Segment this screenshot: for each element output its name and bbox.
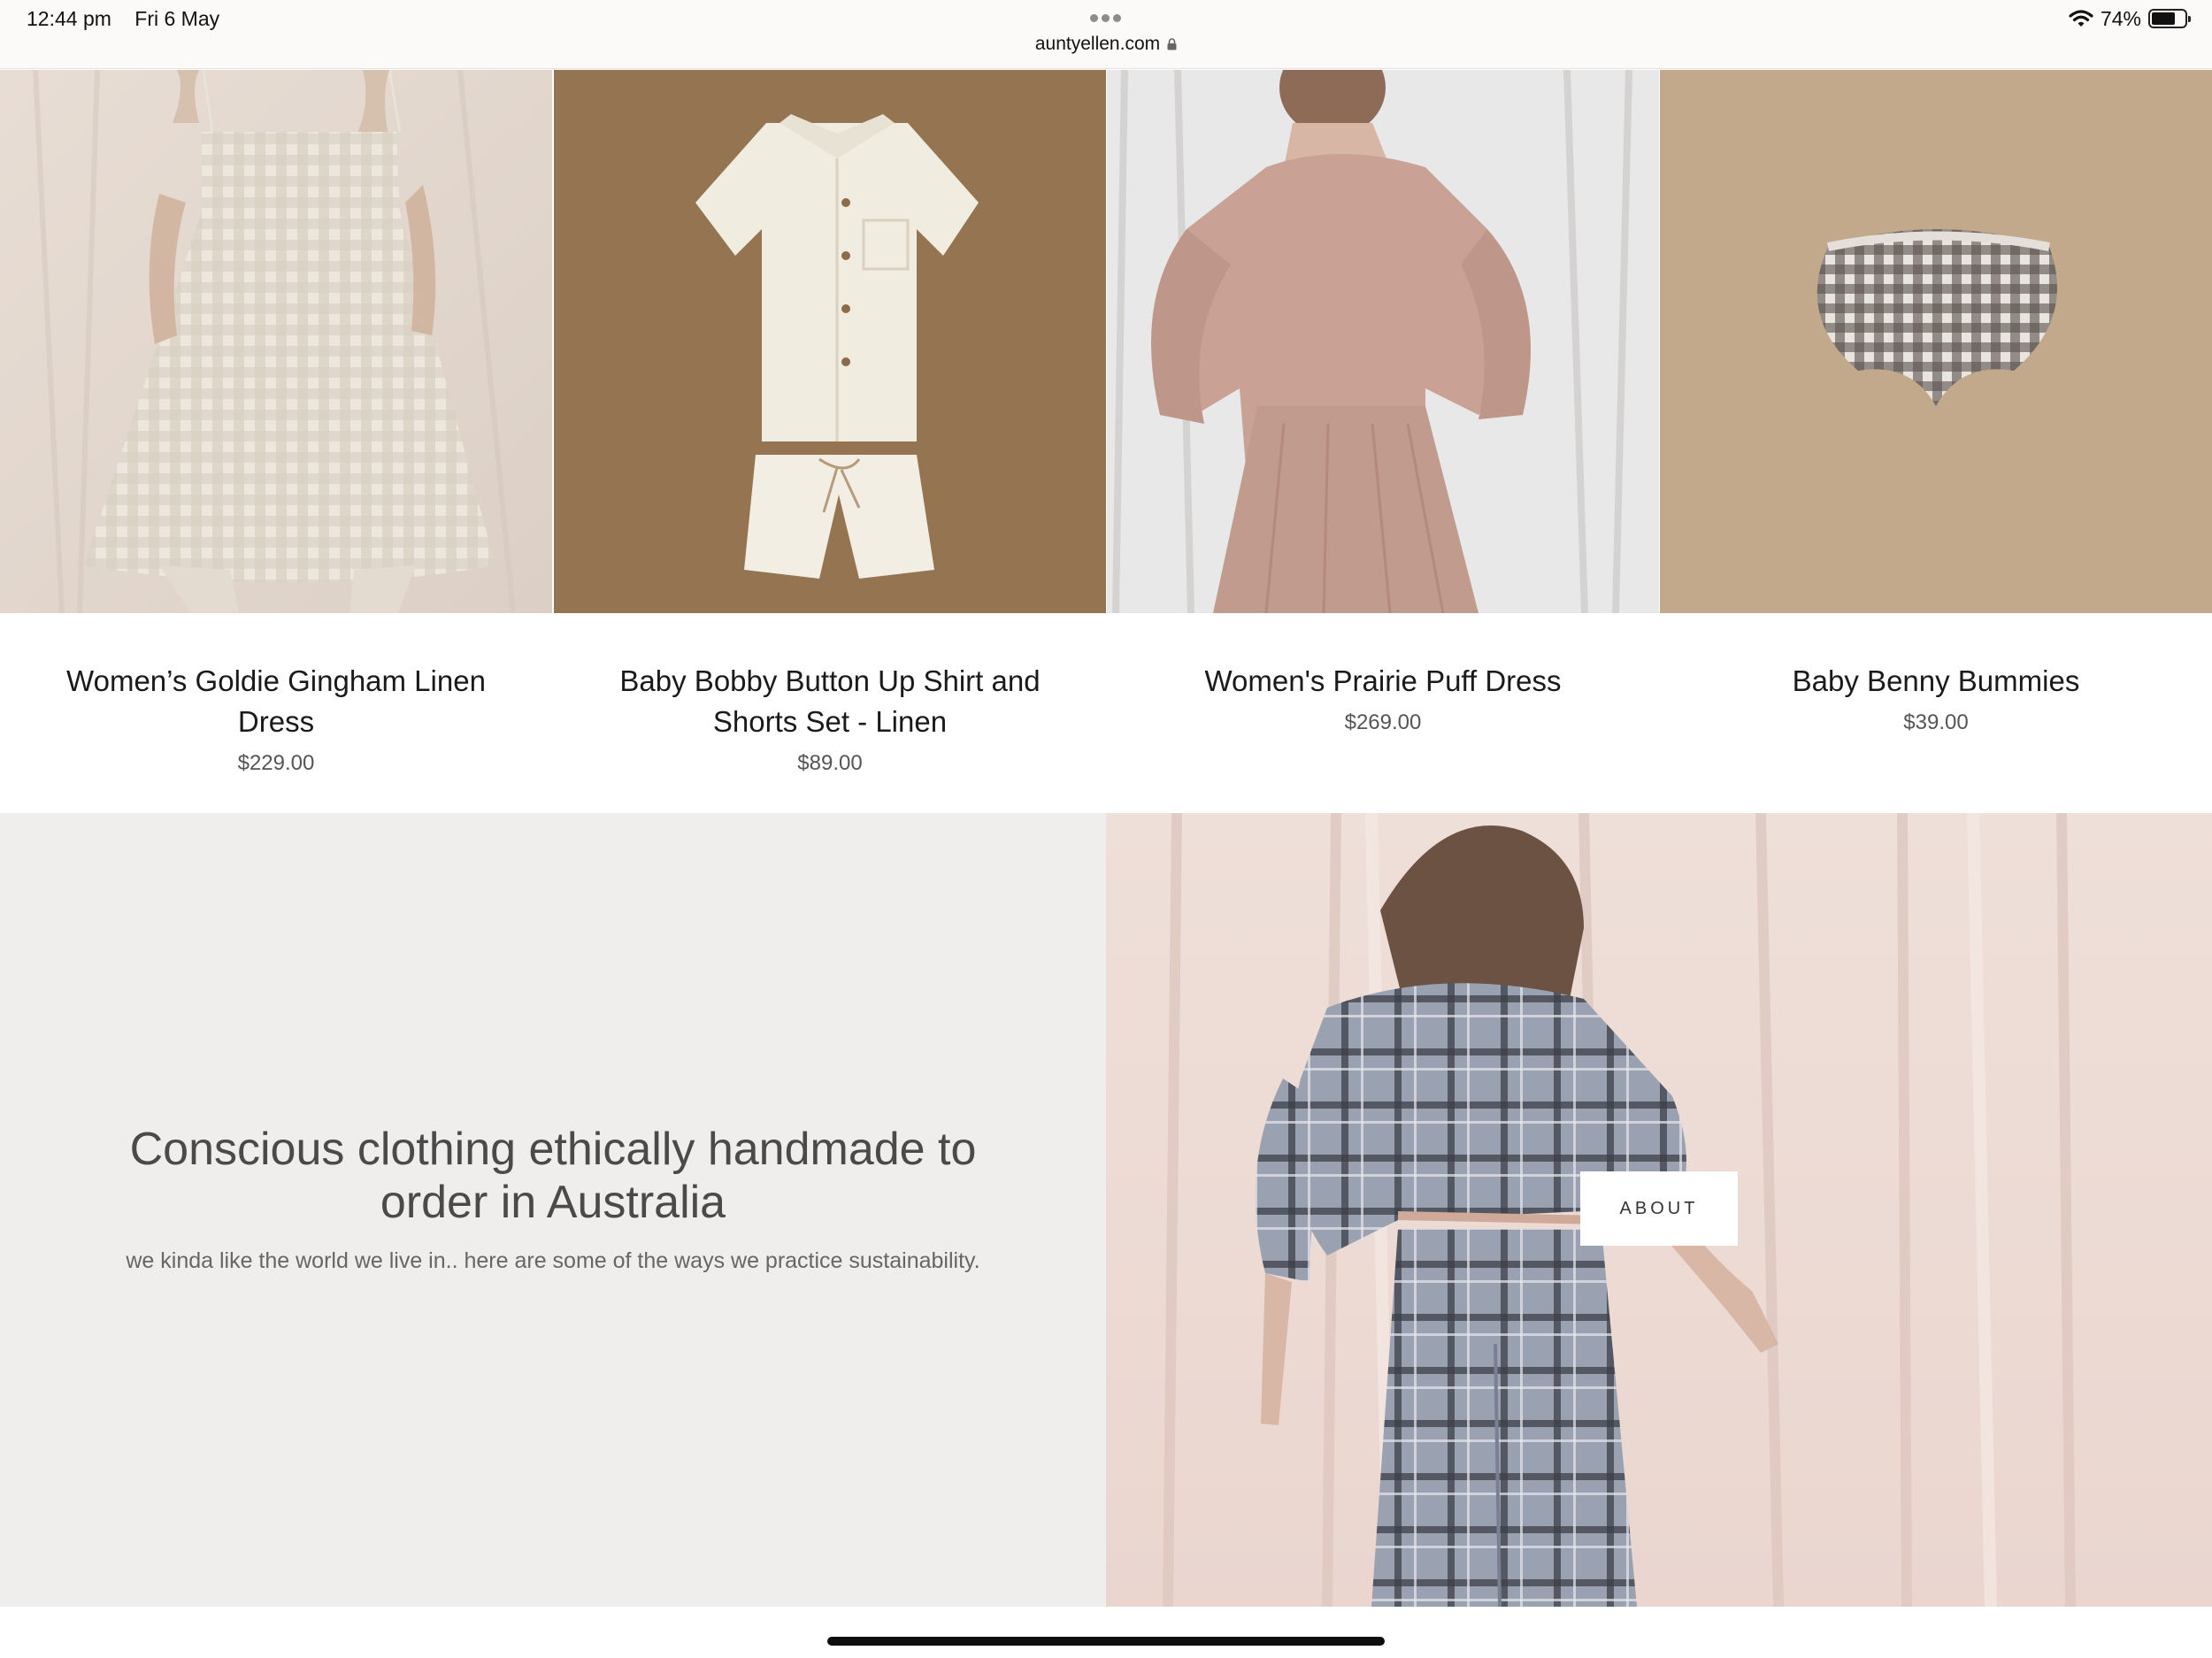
status-date: Fri 6 May (134, 7, 220, 30)
product-info: Women’s Goldie Gingham Linen Dress $229.… (0, 613, 552, 776)
product-image-baby-shirt-set[interactable] (554, 70, 1106, 613)
status-time-date: 12:44 pm Fri 6 May (27, 7, 219, 31)
product-name[interactable]: Women's Prairie Puff Dress (1142, 661, 1624, 702)
product-name[interactable]: Baby Bobby Button Up Shirt and Shorts Se… (589, 661, 1071, 742)
product-price: $269.00 (1344, 710, 1422, 734)
address-bar[interactable]: auntyellen.com (0, 34, 2212, 55)
product-info: Women's Prairie Puff Dress $269.00 (1107, 613, 1659, 735)
wifi-icon (2069, 10, 2093, 27)
product-card[interactable]: Baby Bobby Button Up Shirt and Shorts Se… (554, 70, 1106, 813)
product-image-baby-bummies[interactable] (1660, 70, 2212, 613)
product-card[interactable]: Women’s Goldie Gingham Linen Dress $229.… (0, 70, 552, 813)
home-indicator[interactable] (827, 1637, 1385, 1646)
product-info: Baby Benny Bummies $39.00 (1660, 613, 2212, 735)
product-name[interactable]: Baby Benny Bummies (1695, 661, 2177, 702)
product-grid: Women’s Goldie Gingham Linen Dress $229.… (0, 70, 2212, 813)
about-text-panel: Conscious clothing ethically handmade to… (0, 813, 1106, 1607)
product-info: Baby Bobby Button Up Shirt and Shorts Se… (554, 613, 1106, 776)
about-button[interactable]: ABOUT (1580, 1171, 1738, 1246)
battery-icon (2148, 9, 2191, 28)
product-price: $89.00 (797, 751, 863, 775)
url-text: auntyellen.com (1034, 34, 1161, 54)
status-time: 12:44 pm (27, 7, 111, 30)
more-dots-icon[interactable] (1090, 14, 1122, 23)
product-image-gingham-dress[interactable] (0, 70, 552, 613)
about-subtext: we kinda like the world we live in.. her… (126, 1248, 980, 1273)
product-name[interactable]: Women’s Goldie Gingham Linen Dress (35, 661, 517, 742)
about-heading: Conscious clothing ethically handmade to… (129, 1124, 977, 1228)
status-bar: 12:44 pm Fri 6 May auntyellen.com 74% (0, 0, 2212, 69)
battery-percent: 74% (2100, 6, 2141, 30)
product-price: $39.00 (1903, 710, 1969, 734)
product-card[interactable]: Women's Prairie Puff Dress $269.00 (1107, 70, 1659, 813)
about-section: Conscious clothing ethically handmade to… (0, 813, 2212, 1607)
lock-icon (1167, 38, 1177, 50)
status-indicators: 74% (2069, 6, 2191, 31)
product-image-prairie-puff-dress[interactable] (1107, 70, 1659, 613)
product-price: $229.00 (237, 751, 315, 775)
product-card[interactable]: Baby Benny Bummies $39.00 (1660, 70, 2212, 813)
